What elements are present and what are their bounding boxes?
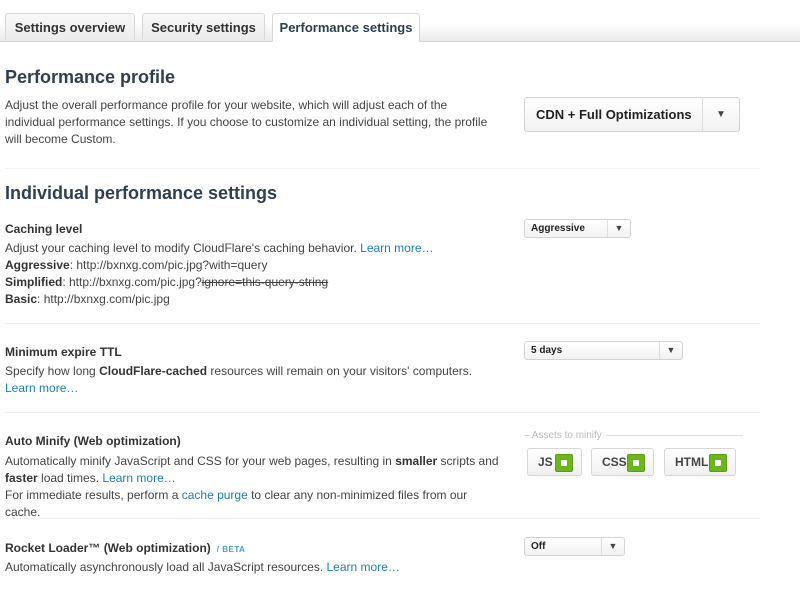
ttl-desc-pre: Specify how long — [5, 364, 100, 378]
aggressive-label: Aggressive — [5, 258, 70, 272]
caching-level-select[interactable]: Aggressive ▼ — [524, 219, 631, 238]
performance-profile-heading: Performance profile — [5, 67, 176, 87]
beta-badge: / BETA — [216, 545, 246, 554]
rocket-loader-title: Rocket Loader™ (Web optimization) / BETA — [5, 541, 245, 555]
tab-settings-overview[interactable]: Settings overview — [5, 13, 135, 40]
minify-bold-smaller: smaller — [395, 454, 438, 468]
chevron-down-icon: ▼ — [601, 538, 624, 555]
minify-desc-4: For immediate results, perform a — [5, 488, 182, 502]
rocket-learn-more-link[interactable]: Learn more… — [327, 560, 400, 574]
checkbox-checked-icon — [709, 454, 727, 472]
minify-css-toggle[interactable]: CSS — [591, 448, 654, 476]
chevron-down-icon: ▼ — [659, 342, 682, 359]
rocket-loader-description: Automatically asynchronously load all Ja… — [5, 559, 505, 576]
divider — [5, 412, 760, 413]
rocket-loader-title-text: Rocket Loader™ (Web optimization) — [5, 541, 211, 555]
minify-bold-faster: faster — [5, 471, 38, 485]
rocket-desc-text: Automatically asynchronously load all Ja… — [5, 560, 324, 574]
tab-performance-settings[interactable]: Performance settings — [272, 13, 420, 42]
select-value: CDN + Full Optimizations — [536, 107, 692, 122]
rocket-loader-select[interactable]: Off ▼ — [524, 537, 625, 556]
select-value: Aggressive — [531, 223, 585, 234]
basic-url: : http://bxnxg.com/pic.jpg — [37, 292, 170, 306]
cache-purge-link[interactable]: cache purge — [182, 488, 248, 502]
ttl-title: Minimum expire TTL — [5, 345, 122, 359]
performance-profile-description: Adjust the overall performance profile f… — [5, 98, 488, 146]
checkbox-checked-icon — [627, 454, 645, 472]
chevron-down-icon: ▼ — [702, 98, 739, 131]
caching-desc-text: Adjust your caching level to modify Clou… — [5, 241, 357, 255]
minify-js-toggle[interactable]: JS — [527, 448, 582, 476]
toggle-label: CSS — [602, 455, 627, 469]
caching-learn-more-link[interactable]: Learn more… — [360, 241, 433, 255]
ttl-desc-bold: CloudFlare-cached — [99, 364, 208, 378]
ttl-desc-post: resources will remain on your visitors' … — [207, 364, 473, 378]
individual-settings-heading: Individual performance settings — [5, 183, 278, 203]
performance-profile-select[interactable]: CDN + Full Optimizations ▼ — [524, 97, 740, 132]
chevron-down-icon: ▼ — [607, 220, 630, 237]
ttl-select[interactable]: 5 days ▼ — [524, 341, 683, 360]
ttl-description: Specify how long CloudFlare-cached resou… — [5, 363, 505, 397]
basic-label: Basic — [5, 292, 38, 306]
ttl-learn-more-link[interactable]: Learn more… — [5, 381, 78, 395]
tab-bar: Settings overview Security settings Perf… — [0, 0, 800, 42]
auto-minify-title: Auto Minify (Web optimization) — [5, 434, 181, 448]
select-value: 5 days — [531, 345, 563, 356]
assets-divider — [606, 435, 743, 436]
toggle-label: HTML — [675, 455, 709, 469]
simplified-url: : http://bxnxg.com/pic.jpg? — [62, 275, 202, 289]
simplified-label: Simplified — [5, 275, 63, 289]
minify-desc-3: load times. — [37, 471, 103, 485]
simplified-strike: ignore=this-query-string — [201, 275, 329, 289]
minify-learn-more-link[interactable]: Learn more… — [102, 471, 175, 485]
caching-level-title: Caching level — [5, 222, 83, 236]
divider — [5, 168, 760, 169]
select-value: Off — [531, 541, 546, 552]
minify-html-toggle[interactable]: HTML — [664, 448, 736, 476]
minify-desc-2: scripts and — [437, 454, 499, 468]
toggle-label: JS — [538, 455, 553, 469]
caching-level-description: Adjust your caching level to modify Clou… — [5, 240, 505, 308]
minify-desc-1: Automatically minify JavaScript and CSS … — [5, 454, 396, 468]
tab-security-settings[interactable]: Security settings — [142, 13, 265, 40]
divider — [5, 518, 760, 519]
aggressive-url: : http://bxnxg.com/pic.jpg?with=query — [69, 258, 268, 272]
assets-to-minify-label: – Assets to minify — [524, 430, 602, 441]
checkbox-checked-icon — [555, 454, 573, 472]
auto-minify-description: Automatically minify JavaScript and CSS … — [5, 453, 505, 521]
divider — [5, 323, 760, 324]
